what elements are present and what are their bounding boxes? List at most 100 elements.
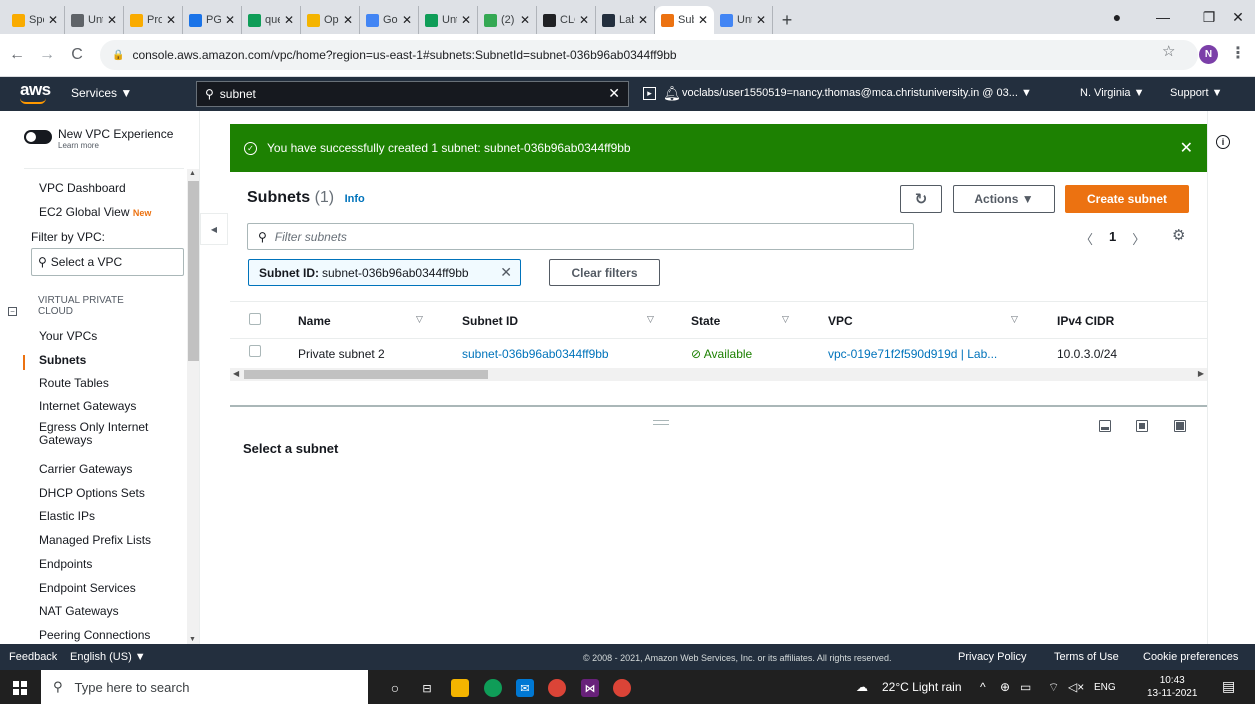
chrome-profile-icon[interactable]: [548, 679, 566, 697]
sidebar-item-elastic-ips[interactable]: Elastic IPs: [39, 509, 95, 523]
gear-icon[interactable]: ⚙: [1172, 226, 1185, 244]
tab-close-icon[interactable]: ✕: [579, 13, 589, 27]
tab-close-icon[interactable]: ✕: [520, 13, 530, 27]
language-indicator[interactable]: ENG: [1094, 682, 1116, 693]
column-header-name[interactable]: Name: [298, 314, 331, 328]
browser-tab[interactable]: (2) ✕: [478, 6, 537, 34]
new-tab-button[interactable]: +: [773, 6, 801, 34]
feedback-link[interactable]: Feedback: [9, 651, 57, 663]
select-all-checkbox[interactable]: [249, 313, 261, 325]
tab-close-icon[interactable]: ✕: [107, 13, 117, 27]
browser-tab[interactable]: Unt ✕: [714, 6, 773, 34]
refresh-button[interactable]: ↻: [900, 185, 942, 213]
browser-tab[interactable]: Goo ✕: [360, 6, 419, 34]
wifi-icon[interactable]: ⌔: [1048, 680, 1059, 695]
tab-close-icon[interactable]: ✕: [698, 13, 708, 27]
table-horizontal-scrollbar[interactable]: ◀ ▶: [230, 368, 1207, 381]
learn-more-link[interactable]: Learn more: [58, 141, 173, 150]
scroll-up-icon[interactable]: ▲: [189, 170, 196, 177]
chrome-icon[interactable]: [613, 679, 631, 697]
browser-tab[interactable]: Unt ✕: [419, 6, 478, 34]
tab-close-icon[interactable]: ✕: [225, 13, 235, 27]
browser-tab[interactable]: Lab ✕: [596, 6, 655, 34]
cookie-preferences-link[interactable]: Cookie preferences: [1143, 651, 1238, 663]
privacy-policy-link[interactable]: Privacy Policy: [958, 651, 1026, 663]
new-vpc-experience-toggle[interactable]: New VPC Experience Learn more: [24, 128, 173, 150]
sidebar-item-your-vpcs[interactable]: Your VPCs: [39, 329, 97, 343]
split-side-icon[interactable]: [1136, 420, 1148, 432]
sidebar-item-endpoint-services[interactable]: Endpoint Services: [39, 581, 136, 595]
sort-icon[interactable]: ▽: [416, 314, 423, 325]
next-page-icon[interactable]: 〉: [1132, 229, 1145, 248]
sidebar-item-internet-gateways[interactable]: Internet Gateways: [39, 399, 136, 413]
prev-page-icon[interactable]: 〈: [1080, 229, 1093, 248]
remove-token-icon[interactable]: ✕: [500, 264, 512, 281]
sort-icon[interactable]: ▽: [1011, 314, 1018, 325]
tab-close-icon[interactable]: ✕: [343, 13, 353, 27]
scroll-right-icon[interactable]: ▶: [1198, 369, 1204, 378]
clear-search-icon[interactable]: ✕: [608, 85, 620, 102]
tab-close-icon[interactable]: ✕: [402, 13, 412, 27]
collapse-sidebar-icon[interactable]: ◀: [200, 213, 228, 245]
sidebar-item-vpc-dashboard[interactable]: VPC Dashboard: [39, 181, 126, 195]
window-close-icon[interactable]: ✕: [1215, 0, 1255, 34]
profile-avatar[interactable]: N: [1199, 45, 1218, 64]
tab-close-icon[interactable]: ✕: [48, 13, 58, 27]
info-panel-icon[interactable]: i: [1216, 135, 1230, 149]
tab-close-icon[interactable]: ✕: [461, 13, 471, 27]
sidebar-item-managed-prefix-lists[interactable]: Managed Prefix Lists: [39, 533, 151, 547]
tab-close-icon[interactable]: ✕: [638, 13, 648, 27]
sidebar-item-peering-connections[interactable]: Peering Connections: [39, 628, 150, 642]
split-drag-handle[interactable]: [653, 424, 669, 425]
browser-tab[interactable]: que ✕: [242, 6, 301, 34]
current-page[interactable]: 1: [1109, 229, 1116, 248]
sidebar-item-ec2-global-view[interactable]: EC2 Global View New: [39, 205, 151, 219]
forward-icon[interactable]: →: [34, 46, 60, 64]
info-link[interactable]: Info: [345, 193, 365, 205]
notifications-icon[interactable]: ▤: [1222, 678, 1235, 695]
file-explorer-icon[interactable]: [451, 679, 469, 697]
column-header-state[interactable]: State: [691, 314, 720, 328]
browser-tab[interactable]: Unti ✕: [65, 6, 124, 34]
create-subnet-button[interactable]: Create subnet: [1065, 185, 1189, 213]
column-header-vpc[interactable]: VPC: [828, 314, 853, 328]
network-icon[interactable]: ⊕: [1000, 680, 1010, 694]
back-icon[interactable]: ←: [4, 46, 30, 64]
cloudshell-icon[interactable]: ▸: [643, 87, 656, 100]
split-bottom-icon[interactable]: [1099, 420, 1111, 432]
scroll-left-icon[interactable]: ◀: [233, 369, 239, 378]
vpc-filter-select[interactable]: ⚲ Select a VPC: [31, 248, 184, 276]
browser-tab[interactable]: CLC ✕: [537, 6, 596, 34]
browser-tab[interactable]: Ope ✕: [301, 6, 360, 34]
sidebar-item-egress-only-internet[interactable]: Egress Only Internet: [39, 421, 148, 433]
column-header-subnet-id[interactable]: Subnet ID: [462, 314, 518, 328]
weather-icon[interactable]: ☁: [856, 680, 868, 694]
sidebar-item-carrier-gateways[interactable]: Carrier Gateways: [39, 462, 132, 476]
split-full-icon[interactable]: [1174, 420, 1186, 432]
sort-icon[interactable]: ▽: [782, 314, 789, 325]
sort-icon[interactable]: ▽: [647, 314, 654, 325]
browser-tab[interactable]: Sub ✕: [655, 6, 714, 34]
edge-icon[interactable]: [484, 679, 502, 697]
profile-dot-icon[interactable]: ●: [1094, 0, 1140, 34]
browser-tab[interactable]: Spe ✕: [6, 6, 65, 34]
sidebar-scrollbar[interactable]: ▲ ▼: [187, 169, 199, 644]
collapse-section-icon[interactable]: −: [8, 307, 17, 316]
tray-chevron-icon[interactable]: ^: [980, 680, 986, 694]
notifications-bell-icon[interactable]: 🔔︎: [663, 85, 681, 102]
visual-studio-icon[interactable]: ⋈: [581, 679, 599, 697]
sidebar-item-nat-gateways[interactable]: NAT Gateways: [39, 604, 119, 618]
actions-button[interactable]: Actions ▼: [953, 185, 1055, 213]
cell-subnet-id-link[interactable]: subnet-036b96ab0344ff9bb: [462, 347, 609, 361]
terms-of-use-link[interactable]: Terms of Use: [1054, 651, 1119, 663]
sidebar-item-endpoints[interactable]: Endpoints: [39, 557, 92, 571]
battery-icon[interactable]: ▭: [1020, 680, 1031, 694]
tab-close-icon[interactable]: ✕: [166, 13, 176, 27]
scrollbar-thumb[interactable]: [188, 181, 199, 361]
clock[interactable]: 10:43 13-11-2021: [1147, 674, 1197, 700]
weather-text[interactable]: 22°C Light rain: [882, 680, 962, 694]
split-drag-handle[interactable]: [653, 420, 669, 421]
mail-icon[interactable]: ✉: [516, 679, 534, 697]
sidebar-item-subnets[interactable]: Subnets: [39, 353, 86, 367]
browser-menu-icon[interactable]: ⋮: [1230, 43, 1246, 63]
